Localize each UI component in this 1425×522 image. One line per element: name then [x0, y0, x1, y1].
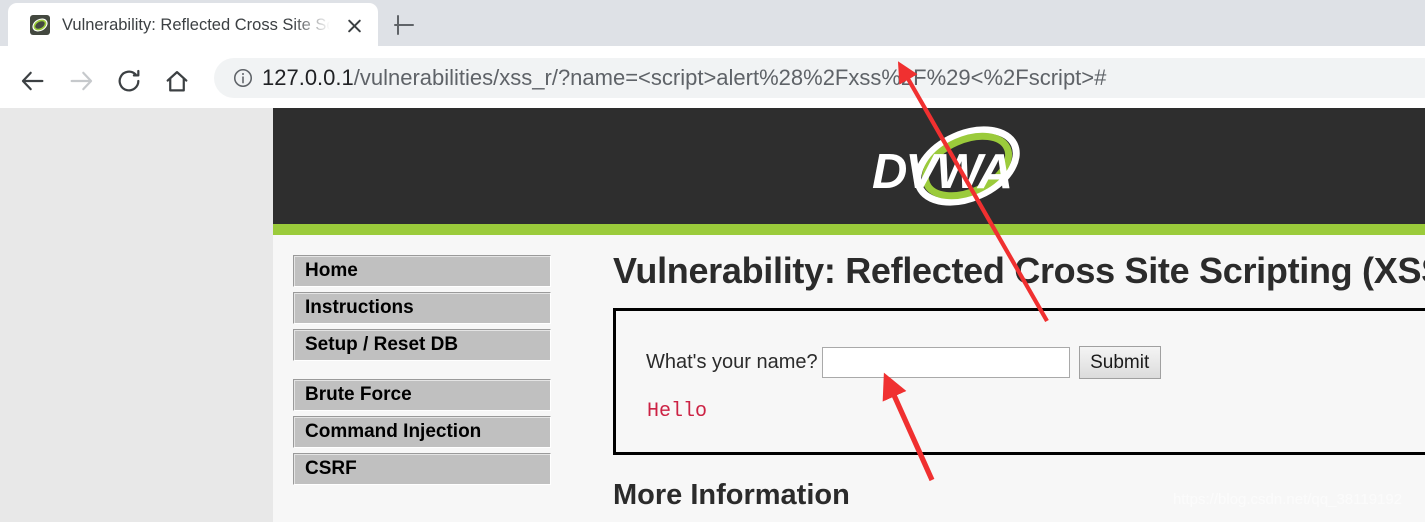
watermark: https://blog.csdn.net/qq_38119192 [1173, 491, 1403, 508]
arrow-to-url-bar [897, 61, 1049, 323]
annotation-arrows [882, 61, 1049, 482]
arrow-to-name-input [882, 372, 935, 482]
browser-window: Vulnerability: Reflected Cross Site Scri… [0, 0, 1425, 522]
